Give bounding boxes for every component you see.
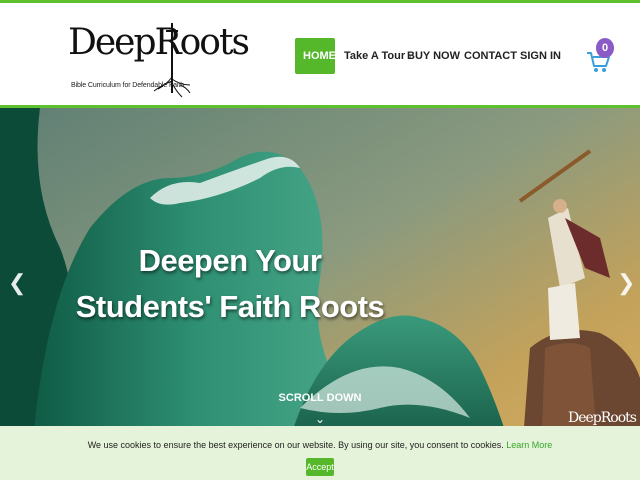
nav-buy-now[interactable]: BUY NOW — [407, 38, 460, 74]
hero-headline: Deepen Your Students' Faith Roots — [70, 238, 390, 330]
chevron-left-icon[interactable]: ❮ — [8, 270, 26, 296]
chevron-down-icon[interactable]: ⌄ — [310, 412, 330, 426]
nav-contact[interactable]: CONTACT — [464, 38, 517, 74]
cookie-message-text: We use cookies to ensure the best experi… — [87, 440, 504, 450]
cookie-learn-more-link[interactable]: Learn More — [506, 440, 552, 450]
chevron-right-icon[interactable]: ❯ — [617, 270, 635, 296]
nav-take-a-tour[interactable]: Take A Tour ∨ — [344, 38, 412, 74]
hero-watermark-logo: DeepRoots — [568, 410, 637, 426]
nav-sign-in[interactable]: SIGN IN — [520, 38, 561, 74]
site-header: DeepRoots Bible Curriculum for Defendabl… — [0, 3, 640, 106]
hero-banner: Deepen Your Students' Faith Roots ❮ ❯ SC… — [0, 108, 640, 480]
nav-home[interactable]: HOME — [295, 38, 336, 74]
deeproots-logo[interactable]: DeepRoots Bible Curriculum for Defendabl… — [68, 21, 250, 101]
cart-count-badge: 0 — [596, 38, 614, 58]
nav-tour-label: Take A Tour — [344, 50, 406, 62]
logo-tagline: Bible Curriculum for Defendable Faith — [71, 82, 185, 89]
cookie-accept-button[interactable]: Accept — [306, 458, 334, 476]
hero-headline-line1: Deepen Your — [138, 243, 322, 278]
hero-headline-line2: Students' Faith Roots — [75, 289, 385, 324]
scroll-down-link[interactable]: SCROLL DOWN — [270, 392, 370, 404]
root-cross-icon — [153, 23, 191, 98]
cookie-message: We use cookies to ensure the best experi… — [0, 440, 640, 450]
